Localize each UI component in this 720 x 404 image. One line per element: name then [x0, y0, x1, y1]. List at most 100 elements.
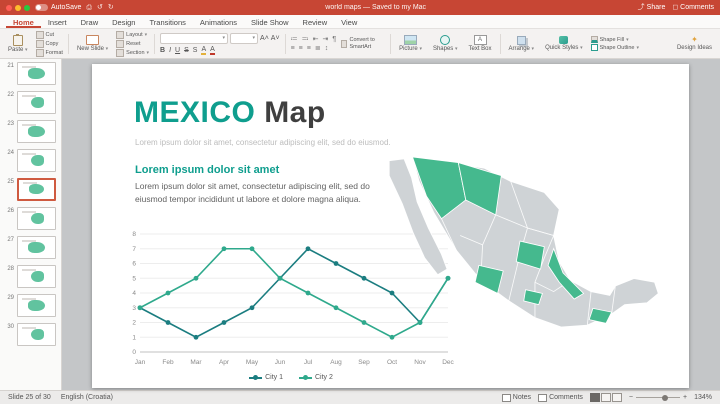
bullets-icon[interactable]: ≔ — [291, 36, 298, 43]
slide-thumbnail-preview[interactable] — [17, 178, 56, 201]
slide-thumbnail-23[interactable]: 23 — [6, 120, 57, 143]
slide-thumbnail-preview[interactable] — [17, 323, 56, 346]
slide-number: 22 — [7, 92, 14, 98]
slide-sorter-view-button[interactable] — [600, 393, 611, 402]
mexico-map[interactable] — [370, 142, 670, 357]
tab-home[interactable]: Home — [6, 15, 41, 28]
increase-indent-icon[interactable]: ⇥ — [322, 36, 328, 43]
slide-thumbnail-preview[interactable] — [17, 62, 56, 85]
text-box-button[interactable]: A Text Box — [466, 35, 495, 52]
grow-font-button[interactable]: A˄ — [260, 35, 269, 42]
slide-title[interactable]: MEXICO Map — [134, 96, 326, 130]
decrease-indent-icon[interactable]: ⇤ — [313, 36, 319, 43]
line-spacing-icon[interactable]: ↕ — [325, 45, 329, 52]
tab-review[interactable]: Review — [296, 15, 335, 28]
language-indicator[interactable]: English (Croatia) — [61, 394, 113, 401]
slide-thumbnail-30[interactable]: 30 — [6, 323, 57, 346]
slide-thumbnail-24[interactable]: 24 — [6, 149, 57, 172]
normal-view-button[interactable] — [589, 393, 600, 402]
shape-fill-button[interactable]: Shape Fill ▾ — [590, 36, 639, 43]
slide-thumbnail-28[interactable]: 28 — [6, 265, 57, 288]
new-slide-button[interactable]: New Slide ▾ — [74, 35, 111, 52]
tab-design[interactable]: Design — [105, 15, 142, 28]
zoom-out-icon[interactable]: − — [629, 394, 633, 401]
convert-to-smartart-button[interactable]: Convert to SmartArt — [341, 37, 385, 50]
section-button[interactable]: Section ▾ — [116, 48, 149, 57]
tab-transitions[interactable]: Transitions — [142, 15, 192, 28]
cut-button[interactable]: Cut — [35, 30, 63, 39]
slide-thumbnail-29[interactable]: 29 — [6, 294, 57, 317]
zoom-in-icon[interactable]: + — [683, 394, 687, 401]
tab-draw[interactable]: Draw — [74, 15, 106, 28]
share-button[interactable]: ⤴ Share — [638, 4, 666, 11]
notes-button[interactable]: Notes — [501, 393, 531, 402]
picture-icon — [404, 35, 418, 45]
slide-thumbnail-preview[interactable] — [17, 149, 56, 172]
undo-icon[interactable]: ↺ — [97, 4, 103, 11]
slide-thumbnail-preview[interactable] — [17, 236, 56, 259]
format-painter-button[interactable]: Format — [35, 48, 63, 57]
text-shadow-button[interactable]: S — [193, 47, 198, 54]
ribbon-tabs: Home Insert Draw Design Transitions Animation… — [6, 15, 364, 28]
slide-thumbnail-21[interactable]: 21 — [6, 62, 57, 85]
tab-view[interactable]: View — [334, 15, 364, 28]
zoom-slider[interactable] — [636, 394, 680, 401]
tab-animations[interactable]: Animations — [193, 15, 244, 28]
minimize-window-button[interactable] — [15, 4, 21, 11]
justify-icon[interactable]: ≣ — [315, 45, 321, 52]
picture-button[interactable]: Picture ▾ — [396, 35, 425, 52]
font-name-select[interactable]: ▾ — [160, 32, 229, 44]
arrange-button[interactable]: Arrange ▾ — [506, 35, 538, 52]
reset-button[interactable]: Reset — [116, 39, 149, 48]
text-direction-icon[interactable]: ¶ — [332, 36, 336, 43]
slide-thumbnail-25[interactable]: 25 — [6, 178, 57, 201]
highlight-color-button[interactable]: A — [201, 46, 207, 55]
redo-icon[interactable]: ↻ — [108, 4, 114, 11]
strikethrough-button[interactable]: S — [184, 47, 189, 54]
slide-thumbnail-preview[interactable] — [17, 91, 56, 114]
layout-button[interactable]: Layout ▾ — [116, 30, 149, 39]
slideshow-view-button[interactable] — [611, 393, 622, 402]
comments-panel-button[interactable]: Comments — [538, 393, 583, 402]
save-icon[interactable]: ⎙ — [86, 4, 92, 11]
autosave-toggle[interactable]: AutoSave — [35, 4, 81, 11]
comments-button[interactable]: ◻ Comments — [672, 4, 714, 11]
slide[interactable]: MEXICO Map Lorem ipsum dolor sit amet, c… — [92, 64, 689, 388]
align-left-icon[interactable]: ≡ — [291, 45, 295, 52]
slide-canvas-area: MEXICO Map Lorem ipsum dolor sit amet, c… — [62, 59, 720, 390]
align-right-icon[interactable]: ≡ — [307, 45, 311, 52]
zoom-knob[interactable] — [662, 394, 668, 401]
bold-button[interactable]: B — [160, 47, 165, 54]
zoom-level[interactable]: 134% — [694, 394, 712, 401]
italic-button[interactable]: I — [169, 47, 171, 54]
quick-styles-button[interactable]: Quick Styles ▾ — [542, 36, 586, 51]
font-color-button[interactable]: A — [210, 46, 215, 55]
shrink-font-button[interactable]: A˅ — [271, 35, 280, 42]
tab-slide-show[interactable]: Slide Show — [244, 15, 296, 28]
document-title[interactable]: world maps — Saved to my Mac — [119, 4, 633, 11]
align-center-icon[interactable]: ≡ — [299, 45, 303, 52]
font-size-select[interactable]: ▾ — [230, 32, 259, 44]
underline-button[interactable]: U — [175, 47, 180, 54]
body-text[interactable]: Lorem ipsum dolor sit amet, consectetur … — [135, 180, 373, 206]
slide-thumbnail-26[interactable]: 26 — [6, 207, 57, 230]
copy-button[interactable]: Copy — [35, 39, 63, 48]
design-ideas-button[interactable]: ✦ Design Ideas — [674, 36, 715, 52]
tab-insert[interactable]: Insert — [41, 15, 74, 28]
close-window-button[interactable] — [6, 4, 12, 11]
shapes-button[interactable]: Shapes ▾ — [430, 35, 461, 52]
svg-text:Jun: Jun — [275, 359, 286, 366]
slide-thumbnail-preview[interactable] — [17, 120, 56, 143]
slide-thumbnail-preview[interactable] — [17, 207, 56, 230]
svg-text:Jul: Jul — [304, 359, 313, 366]
numbering-icon[interactable]: ≕ — [302, 36, 309, 43]
shape-outline-button[interactable]: Shape Outline ▾ — [590, 44, 639, 51]
slide-thumbnail-27[interactable]: 27 — [6, 236, 57, 259]
paste-button[interactable]: Paste ▾ — [5, 33, 31, 53]
section-heading[interactable]: Lorem ipsum dolor sit amet — [135, 164, 279, 176]
slide-thumbnail-preview[interactable] — [17, 294, 56, 317]
powerpoint-window: AutoSave ⎙ ↺ ↻ world maps — Saved to my … — [0, 0, 720, 404]
slide-thumbnail-preview[interactable] — [17, 265, 56, 288]
zoom-window-button[interactable] — [24, 4, 30, 11]
slide-thumbnail-22[interactable]: 22 — [6, 91, 57, 114]
